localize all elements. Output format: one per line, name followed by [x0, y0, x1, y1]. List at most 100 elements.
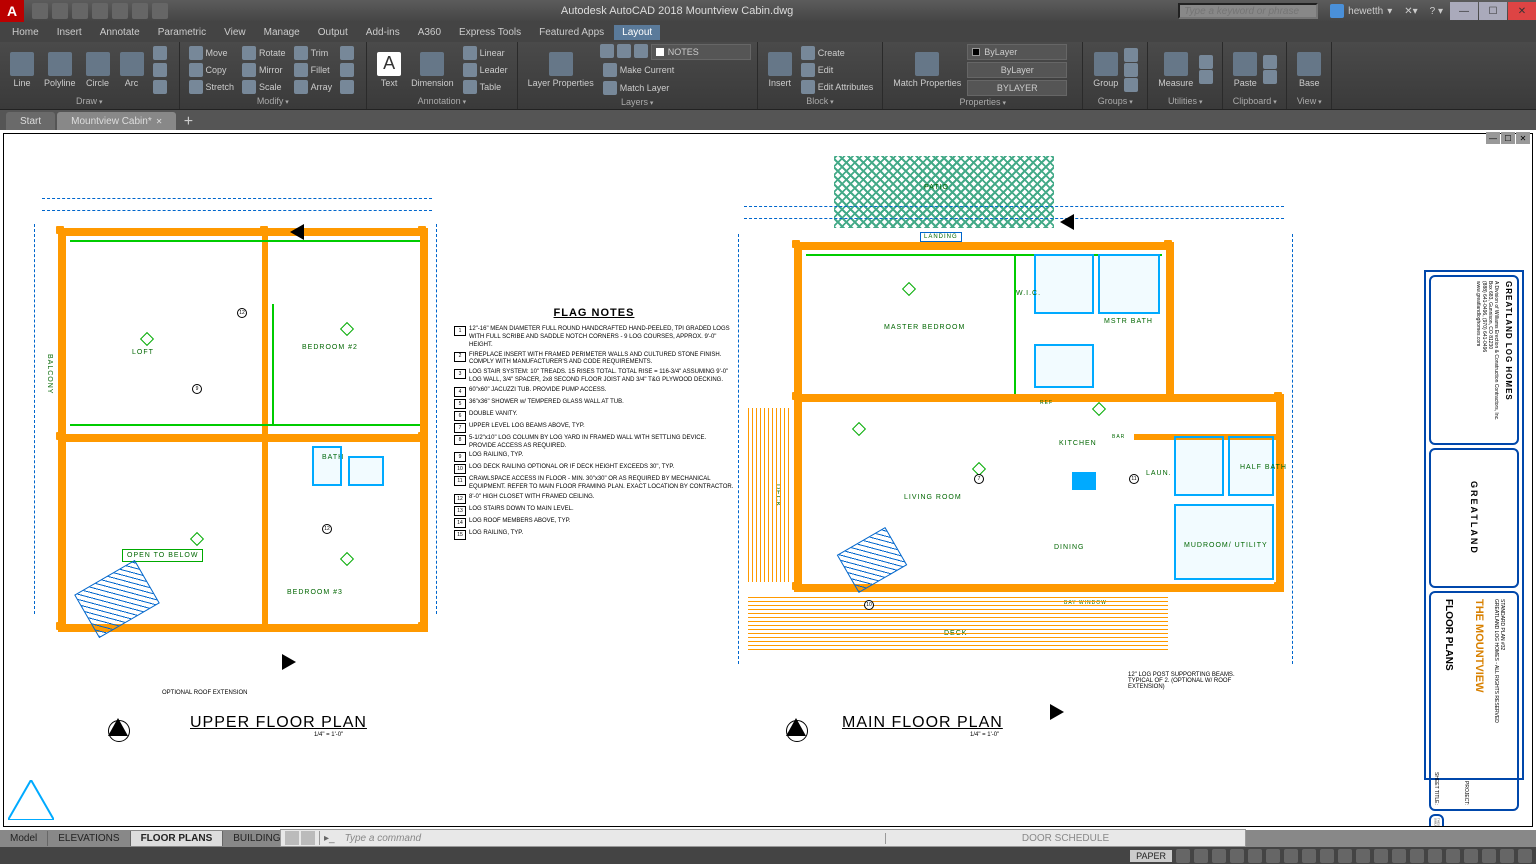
trim-button[interactable]: Trim: [291, 45, 336, 61]
leader-button[interactable]: Leader: [460, 62, 511, 78]
layer1-icon[interactable]: [600, 44, 614, 58]
command-input[interactable]: Type a command: [339, 833, 885, 844]
panel-title-annotation[interactable]: Annotation: [373, 95, 511, 107]
dimension-button[interactable]: Dimension: [407, 44, 458, 95]
annoscale-icon[interactable]: [1356, 849, 1370, 863]
add-tab-button[interactable]: +: [178, 114, 198, 130]
edit-attrs-button[interactable]: Edit Attributes: [798, 79, 877, 95]
annomon-icon[interactable]: [1392, 849, 1406, 863]
status-mode[interactable]: PAPER: [1130, 850, 1172, 862]
tab-add-ins[interactable]: Add-ins: [358, 25, 408, 40]
layer-properties-button[interactable]: Layer Properties: [524, 44, 598, 96]
units-icon[interactable]: [1410, 849, 1424, 863]
app-logo[interactable]: A: [0, 0, 24, 22]
maximize-button[interactable]: ☐: [1479, 2, 1507, 20]
osnap-icon[interactable]: [1248, 849, 1262, 863]
doc-max-button[interactable]: ☐: [1501, 132, 1515, 144]
g2-icon[interactable]: [1124, 63, 1138, 77]
help-button[interactable]: ? ▾: [1424, 6, 1449, 17]
ws-icon[interactable]: [1374, 849, 1388, 863]
measure-button[interactable]: Measure: [1154, 44, 1197, 95]
layer2-icon[interactable]: [617, 44, 631, 58]
match-layer-button[interactable]: Match Layer: [600, 80, 751, 96]
draw-extra2[interactable]: [150, 62, 173, 78]
panel-title-utilities[interactable]: Utilities: [1154, 95, 1216, 107]
qp-icon[interactable]: [1320, 849, 1334, 863]
sc-icon[interactable]: [1338, 849, 1352, 863]
mod-extra2[interactable]: [337, 62, 360, 78]
lock-icon[interactable]: [1446, 849, 1460, 863]
layout-tab-model[interactable]: Model: [0, 831, 48, 846]
paste-button[interactable]: Paste: [1229, 44, 1261, 95]
file-tab[interactable]: Mountview Cabin*✕: [57, 112, 176, 130]
match-properties-button[interactable]: Match Properties: [889, 44, 965, 96]
mod-extra3[interactable]: [337, 79, 360, 95]
table-button[interactable]: Table: [460, 79, 511, 95]
qat-redo-icon[interactable]: [152, 3, 168, 19]
paper-space[interactable]: LOFT BEDROOM #2 BATH BEDROOM #3 OPEN TO …: [3, 133, 1533, 827]
arc-button[interactable]: Arc: [116, 44, 148, 95]
tab-parametric[interactable]: Parametric: [150, 25, 214, 40]
mod-extra1[interactable]: [337, 45, 360, 61]
g1-icon[interactable]: [1124, 48, 1138, 62]
line-button[interactable]: Line: [6, 44, 38, 95]
insert-button[interactable]: Insert: [764, 44, 796, 95]
layout-tab-floor-plans[interactable]: FLOOR PLANS: [131, 831, 224, 846]
rotate-button[interactable]: Rotate: [239, 45, 289, 61]
panel-title-groups[interactable]: Groups: [1089, 95, 1141, 107]
panel-title-draw[interactable]: Draw: [6, 95, 173, 107]
draw-extra1[interactable]: [150, 45, 173, 61]
cmd-close-icon[interactable]: [285, 831, 299, 845]
make-current-button[interactable]: Make Current: [600, 62, 751, 78]
qat-saveas-icon[interactable]: [92, 3, 108, 19]
doc-close-button[interactable]: ✕: [1516, 132, 1530, 144]
close-button[interactable]: ✕: [1508, 2, 1536, 20]
color-combo[interactable]: ByLayer: [967, 44, 1067, 60]
group-button[interactable]: Group: [1089, 44, 1122, 95]
lineweight-combo[interactable]: ByLayer: [967, 62, 1067, 78]
qat-plot-icon[interactable]: [112, 3, 128, 19]
u2-icon[interactable]: [1199, 70, 1213, 84]
tab-manage[interactable]: Manage: [256, 25, 308, 40]
fillet-button[interactable]: Fillet: [291, 62, 336, 78]
polar-icon[interactable]: [1230, 849, 1244, 863]
clean-icon[interactable]: [1500, 849, 1514, 863]
doc-min-button[interactable]: —: [1486, 132, 1500, 144]
layout-tab-elevations[interactable]: ELEVATIONS: [48, 831, 130, 846]
panel-title-block[interactable]: Block: [764, 95, 877, 107]
grid-icon[interactable]: [1176, 849, 1190, 863]
mirror-button[interactable]: Mirror: [239, 62, 289, 78]
move-button[interactable]: Move: [186, 45, 238, 61]
tab-home[interactable]: Home: [4, 25, 47, 40]
panel-title-modify[interactable]: Modify: [186, 95, 361, 107]
layer3-icon[interactable]: [634, 44, 648, 58]
qat-undo-icon[interactable]: [132, 3, 148, 19]
draw-extra3[interactable]: [150, 79, 173, 95]
user-menu[interactable]: hewetth ▾: [1324, 4, 1398, 18]
panel-title-properties[interactable]: Properties: [889, 96, 1076, 108]
quickprops-icon[interactable]: [1428, 849, 1442, 863]
linear-button[interactable]: Linear: [460, 45, 511, 61]
linetype-combo[interactable]: BYLAYER: [967, 80, 1067, 96]
tab-annotate[interactable]: Annotate: [92, 25, 148, 40]
g3-icon[interactable]: [1124, 78, 1138, 92]
tab-express-tools[interactable]: Express Tools: [451, 25, 529, 40]
circle-button[interactable]: Circle: [82, 44, 114, 95]
file-tab[interactable]: Start: [6, 112, 55, 130]
tab-a360[interactable]: A360: [410, 25, 449, 40]
scale-button[interactable]: Scale: [239, 79, 289, 95]
transparency-icon[interactable]: [1302, 849, 1316, 863]
panel-title-view[interactable]: View: [1293, 95, 1325, 107]
copy2-icon[interactable]: [1263, 70, 1277, 84]
tab-view[interactable]: View: [216, 25, 254, 40]
search-input[interactable]: [1178, 3, 1318, 19]
panel-title-layers[interactable]: Layers: [524, 96, 751, 108]
base-button[interactable]: Base: [1293, 44, 1325, 95]
edit-block-button[interactable]: Edit: [798, 62, 877, 78]
u1-icon[interactable]: [1199, 55, 1213, 69]
qat-save-icon[interactable]: [72, 3, 88, 19]
polyline-button[interactable]: Polyline: [40, 44, 80, 95]
drawing-canvas[interactable]: LOFT BEDROOM #2 BATH BEDROOM #3 OPEN TO …: [0, 130, 1536, 830]
cmd-recent-icon[interactable]: [301, 831, 315, 845]
tab-output[interactable]: Output: [310, 25, 356, 40]
